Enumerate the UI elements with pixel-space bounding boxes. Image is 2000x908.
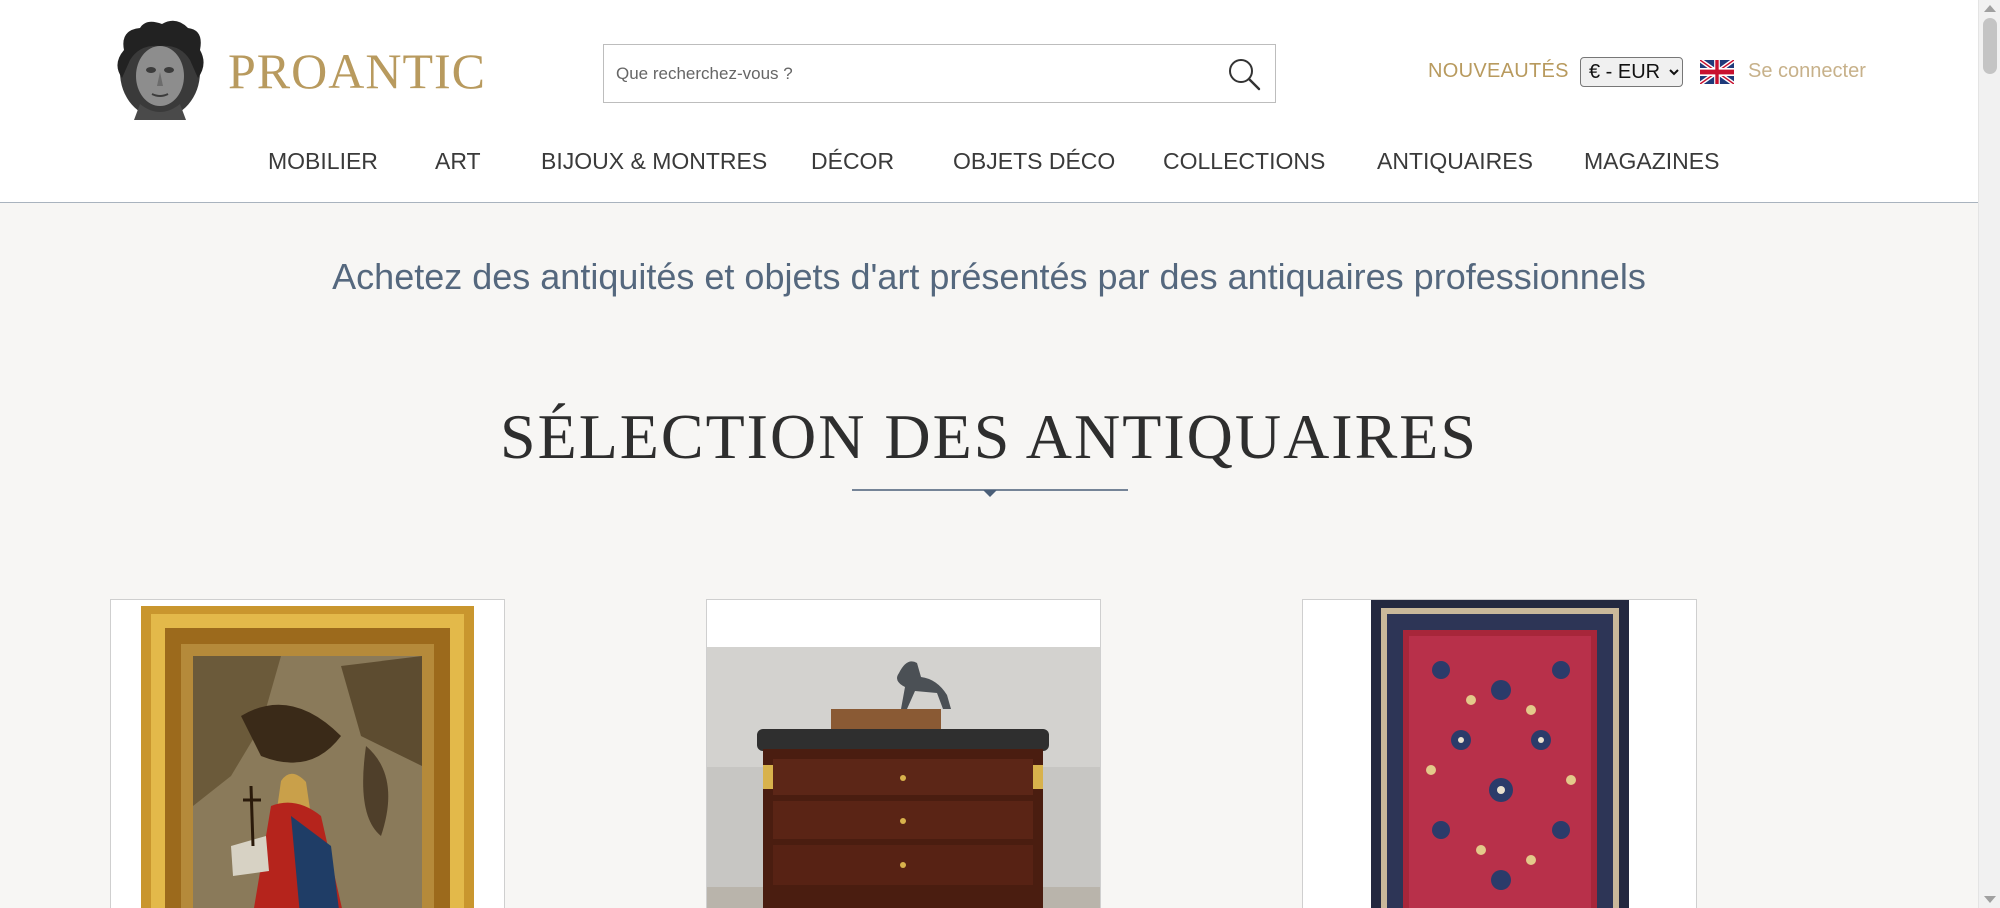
rug-image	[1371, 600, 1629, 908]
scroll-up-arrow[interactable]	[1984, 5, 1996, 12]
nav-item-magazines[interactable]: MAGAZINES	[1584, 148, 1719, 175]
section-divider	[852, 489, 1128, 497]
nav-item-collections[interactable]: COLLECTIONS	[1163, 148, 1325, 175]
painting-image	[141, 606, 474, 908]
nav-item-bijoux-montres[interactable]: BIJOUX & MONTRES	[541, 148, 767, 175]
currency-select[interactable]: € - EUR	[1580, 57, 1683, 87]
section-title: SÉLECTION DES ANTIQUAIRES	[500, 401, 1478, 472]
login-link[interactable]: Se connecter	[1748, 60, 1866, 83]
product-card-painting[interactable]	[110, 599, 505, 908]
main-nav: MOBILIER ART BIJOUX & MONTRES DÉCOR OBJE…	[0, 148, 1978, 180]
nav-item-antiquaires[interactable]: ANTIQUAIRES	[1377, 148, 1533, 175]
product-card-rug[interactable]	[1302, 599, 1697, 908]
new-arrivals-link[interactable]: NOUVEAUTÉS	[1428, 60, 1569, 83]
nav-item-art[interactable]: ART	[435, 148, 481, 175]
search-icon[interactable]	[1227, 57, 1261, 91]
chest-image	[707, 647, 1100, 908]
search-input[interactable]	[604, 45, 1204, 102]
uk-flag-icon[interactable]	[1700, 60, 1734, 84]
bust-logo-icon	[117, 20, 204, 120]
tagline: Achetez des antiquités et objets d'art p…	[332, 256, 1646, 297]
scroll-down-arrow[interactable]	[1984, 896, 1996, 903]
logo-text: PROANTIC	[228, 43, 487, 99]
logo[interactable]: PROANTIC	[110, 20, 486, 122]
product-card-chest[interactable]	[706, 599, 1101, 908]
page-scrollbar[interactable]	[1978, 0, 2000, 908]
nav-item-decor[interactable]: DÉCOR	[811, 148, 894, 175]
nav-item-objets-deco[interactable]: OBJETS DÉCO	[953, 148, 1115, 175]
scroll-thumb[interactable]	[1983, 18, 1997, 74]
search-bar	[603, 44, 1276, 103]
nav-item-mobilier[interactable]: MOBILIER	[268, 148, 378, 175]
site-header: PROANTIC NOUVEAUTÉS € - EUR Se connecter…	[0, 0, 1978, 203]
